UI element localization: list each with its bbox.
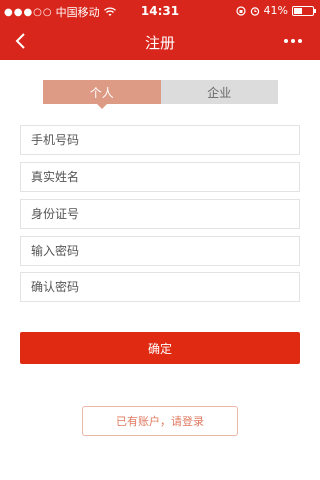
tab-active-indicator <box>97 104 107 109</box>
more-icon[interactable] <box>284 34 306 48</box>
login-link-button[interactable]: 已有账户，请登录 <box>82 406 238 436</box>
id-number-input[interactable] <box>21 200 299 228</box>
account-type-tabs: 个人 企业 <box>43 80 278 104</box>
status-bar: ●●●○○ 中国移动 14:31 41% <box>0 0 320 22</box>
id-field <box>20 199 300 229</box>
password-field <box>20 236 300 266</box>
phone-field <box>20 125 300 155</box>
confirm-button[interactable]: 确定 <box>20 332 300 364</box>
real-name-input[interactable] <box>21 163 299 191</box>
confirm-password-field <box>20 272 300 302</box>
orientation-lock-icon <box>235 5 246 16</box>
status-right: 41% <box>235 4 316 17</box>
nav-bar: 注册 <box>0 22 320 60</box>
tab-personal[interactable]: 个人 <box>43 80 161 104</box>
alarm-icon <box>250 6 259 16</box>
name-field <box>20 162 300 192</box>
battery-icon <box>292 5 316 16</box>
header: ●●●○○ 中国移动 14:31 41% 注册 <box>0 0 320 60</box>
tab-company[interactable]: 企业 <box>160 80 278 104</box>
page-title: 注册 <box>144 34 175 52</box>
confirm-password-input[interactable] <box>21 273 299 301</box>
password-input[interactable] <box>21 237 299 265</box>
phone-input[interactable] <box>21 126 299 154</box>
battery-percentage: 41% <box>263 4 288 17</box>
